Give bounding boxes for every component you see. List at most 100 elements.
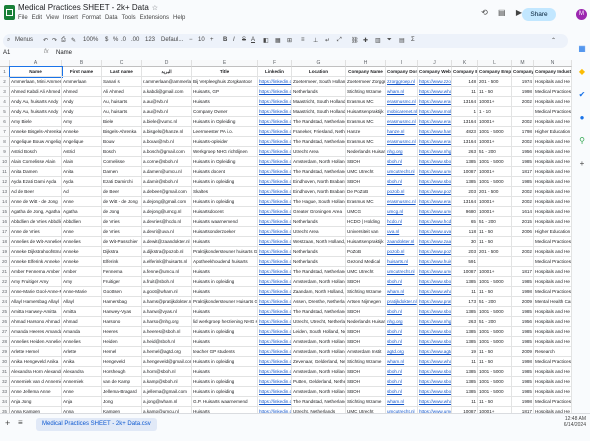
table-cell[interactable]: Huisarts [192,367,258,377]
table-cell[interactable]: https://www.erasmusmc.nl [418,117,452,127]
fill-color-icon[interactable]: ◧ [263,37,269,44]
currency-button[interactable]: $ [105,37,108,43]
table-cell[interactable]: a.goot@wham.nl [142,287,192,297]
row-number[interactable]: 22 [0,277,10,287]
table-cell[interactable]: umcg.nl [386,207,418,217]
table-cell[interactable]: 11 - 50 [478,357,512,367]
table-cell[interactable]: teacher GP students [192,347,258,357]
table-cell[interactable]: Damen [102,167,142,177]
table-cell[interactable] [512,107,534,117]
table-cell[interactable]: SBOH [346,367,386,377]
table-cell[interactable]: Sanari s [102,77,142,87]
table-cell[interactable]: Annelies [62,237,102,247]
table-cell[interactable]: The Randstad, Netherlands [292,307,346,317]
header-cell[interactable]: Name [9,66,63,78]
row-number[interactable]: 26 [0,317,10,327]
table-cell[interactable]: Arlette [62,347,102,357]
table-cell[interactable]: Huisartsonderzoeker [192,227,258,237]
table-cell[interactable]: SBOH [346,337,386,347]
table-cell[interactable]: https://www.wham.nl [418,87,452,97]
row-number[interactable]: 4 [0,97,10,107]
table-cell[interactable]: Huisarts in opleiding [192,377,258,387]
table-cell[interactable]: 9680 [452,207,478,217]
table-cell[interactable]: Amber Fennema Amber [10,267,62,277]
table-cell[interactable]: https://linkedin.com/in/alain [258,157,292,167]
row-number[interactable]: 1 [0,67,10,77]
table-cell[interactable]: 10001+ [478,97,512,107]
table-cell[interactable]: https://linkedin.com/in/astrid [258,147,292,157]
table-cell[interactable]: Praktijkondersteuner Huisarts Gieten [192,297,258,307]
row-number[interactable]: 19 [0,247,10,257]
row-number[interactable]: 30 [0,357,10,367]
row-number[interactable]: 13 [0,187,10,197]
table-cell[interactable]: Higher Education [534,227,572,237]
table-cell[interactable]: Higher Education [534,127,572,137]
table-cell[interactable]: Huisarts in opleiding [192,327,258,337]
table-cell[interactable]: https://www.sboh.nl [418,367,452,377]
strikethrough-button[interactable]: S [242,37,246,43]
table-cell[interactable]: Astrid [62,147,102,157]
table-cell[interactable]: Agatha de Jong, Agatha [10,207,62,217]
table-cell[interactable]: https://www.huisarts.nl [418,257,452,267]
table-cell[interactable]: a.hemel@agtd.org [142,347,192,357]
table-cell[interactable]: https://linkedin.com/in/angelique [258,137,292,147]
table-cell[interactable]: Amsterdam, North Holland, Net [292,277,346,287]
table-cell[interactable]: Zoetermeer Zorggroep [346,77,386,87]
table-cell[interactable]: The Randstad, Netherlands [292,137,346,147]
table-cell[interactable]: https://www.agtd.org [418,347,452,357]
table-cell[interactable]: Stichting Wzame [346,287,386,297]
table-cell[interactable]: 1998 [512,287,534,297]
table-cell[interactable]: Ammerlaan [62,77,102,87]
table-cell[interactable]: Huisartsenpraktijk [346,237,386,247]
avatar[interactable]: M [576,9,587,20]
table-cell[interactable]: 1385 [452,377,478,387]
table-cell[interactable]: Hospitals and He [534,77,572,87]
row-number[interactable]: 10 [0,157,10,167]
table-cell[interactable]: Ahmad Harsono Ahmad [10,317,62,327]
table-cell[interactable]: https://linkedin.com/in/amyf [258,277,292,287]
table-cell[interactable]: Werkgroep NHG richtlijnen [192,147,258,157]
spreadsheet-grid[interactable]: ABCDEFGHIJKLMNO1NameFirst nameLast nameا… [0,60,572,413]
table-cell[interactable]: Erasmus MC [346,97,386,107]
table-cell[interactable]: SBOH [346,387,386,397]
table-cell[interactable]: Hospitals and He [534,337,572,347]
table-cell[interactable]: 2002 [512,187,534,197]
table-cell[interactable]: Andy [62,97,102,107]
table-cell[interactable]: a.damen@umcu.nl [142,167,192,177]
table-cell[interactable]: Huisarts in Opleiding [192,157,258,167]
row-number[interactable]: 25 [0,307,10,317]
table-cell[interactable]: Horsheugh [102,367,142,377]
table-cell[interactable]: wham.nl [386,397,418,407]
table-cell[interactable]: UMCG [346,207,386,217]
table-cell[interactable]: Huisartsenpraktijk [346,107,386,117]
table-cell[interactable]: Leiden, South Holland, Neth [292,327,346,337]
menu-item[interactable]: Edit [32,15,42,21]
table-cell[interactable]: https://www.sboh.nl [418,177,452,187]
table-cell[interactable]: Greater Groningen Area [292,207,346,217]
table-cell[interactable]: 1985 [512,177,534,187]
row-number[interactable]: 17 [0,227,10,237]
table-cell[interactable]: 263 [452,317,478,327]
table-cell[interactable]: Au, huisarts [102,97,142,107]
font-size-input[interactable]: 10 [198,37,205,43]
row-number[interactable]: 12 [0,177,10,187]
table-cell[interactable]: https://linkedin.com/in/amitta [258,307,292,317]
table-cell[interactable]: a.hanw@vyas.nl [142,307,192,317]
table-cell[interactable]: 1956 [512,317,534,327]
table-cell[interactable]: Anika [62,357,102,367]
table-cell[interactable]: a.heeres@sboh.nl [142,327,192,337]
table-cell[interactable]: Maastricht, South Holland, Net [292,107,346,117]
table-cell[interactable]: Alexandra [62,367,102,377]
table-cell[interactable]: Au, huisarts [102,107,142,117]
table-cell[interactable]: 1385 [452,337,478,347]
table-cell[interactable]: G.P. Huisarts waarnemend [192,397,258,407]
table-cell[interactable]: PoZoB [346,247,386,257]
header-cell[interactable]: First name [62,67,102,77]
redo-icon[interactable]: ↷ [52,37,57,44]
table-cell[interactable]: a.au@rvb.nl [142,107,192,117]
table-cell[interactable]: Anneke Bisgels-Ahrenka [10,127,62,137]
table-cell[interactable]: 1001 - 5000 [478,337,512,347]
table-cell[interactable]: a.au@rvb.nl [142,97,192,107]
table-cell[interactable]: 1985 [512,377,534,387]
column-header[interactable]: K [452,60,478,67]
